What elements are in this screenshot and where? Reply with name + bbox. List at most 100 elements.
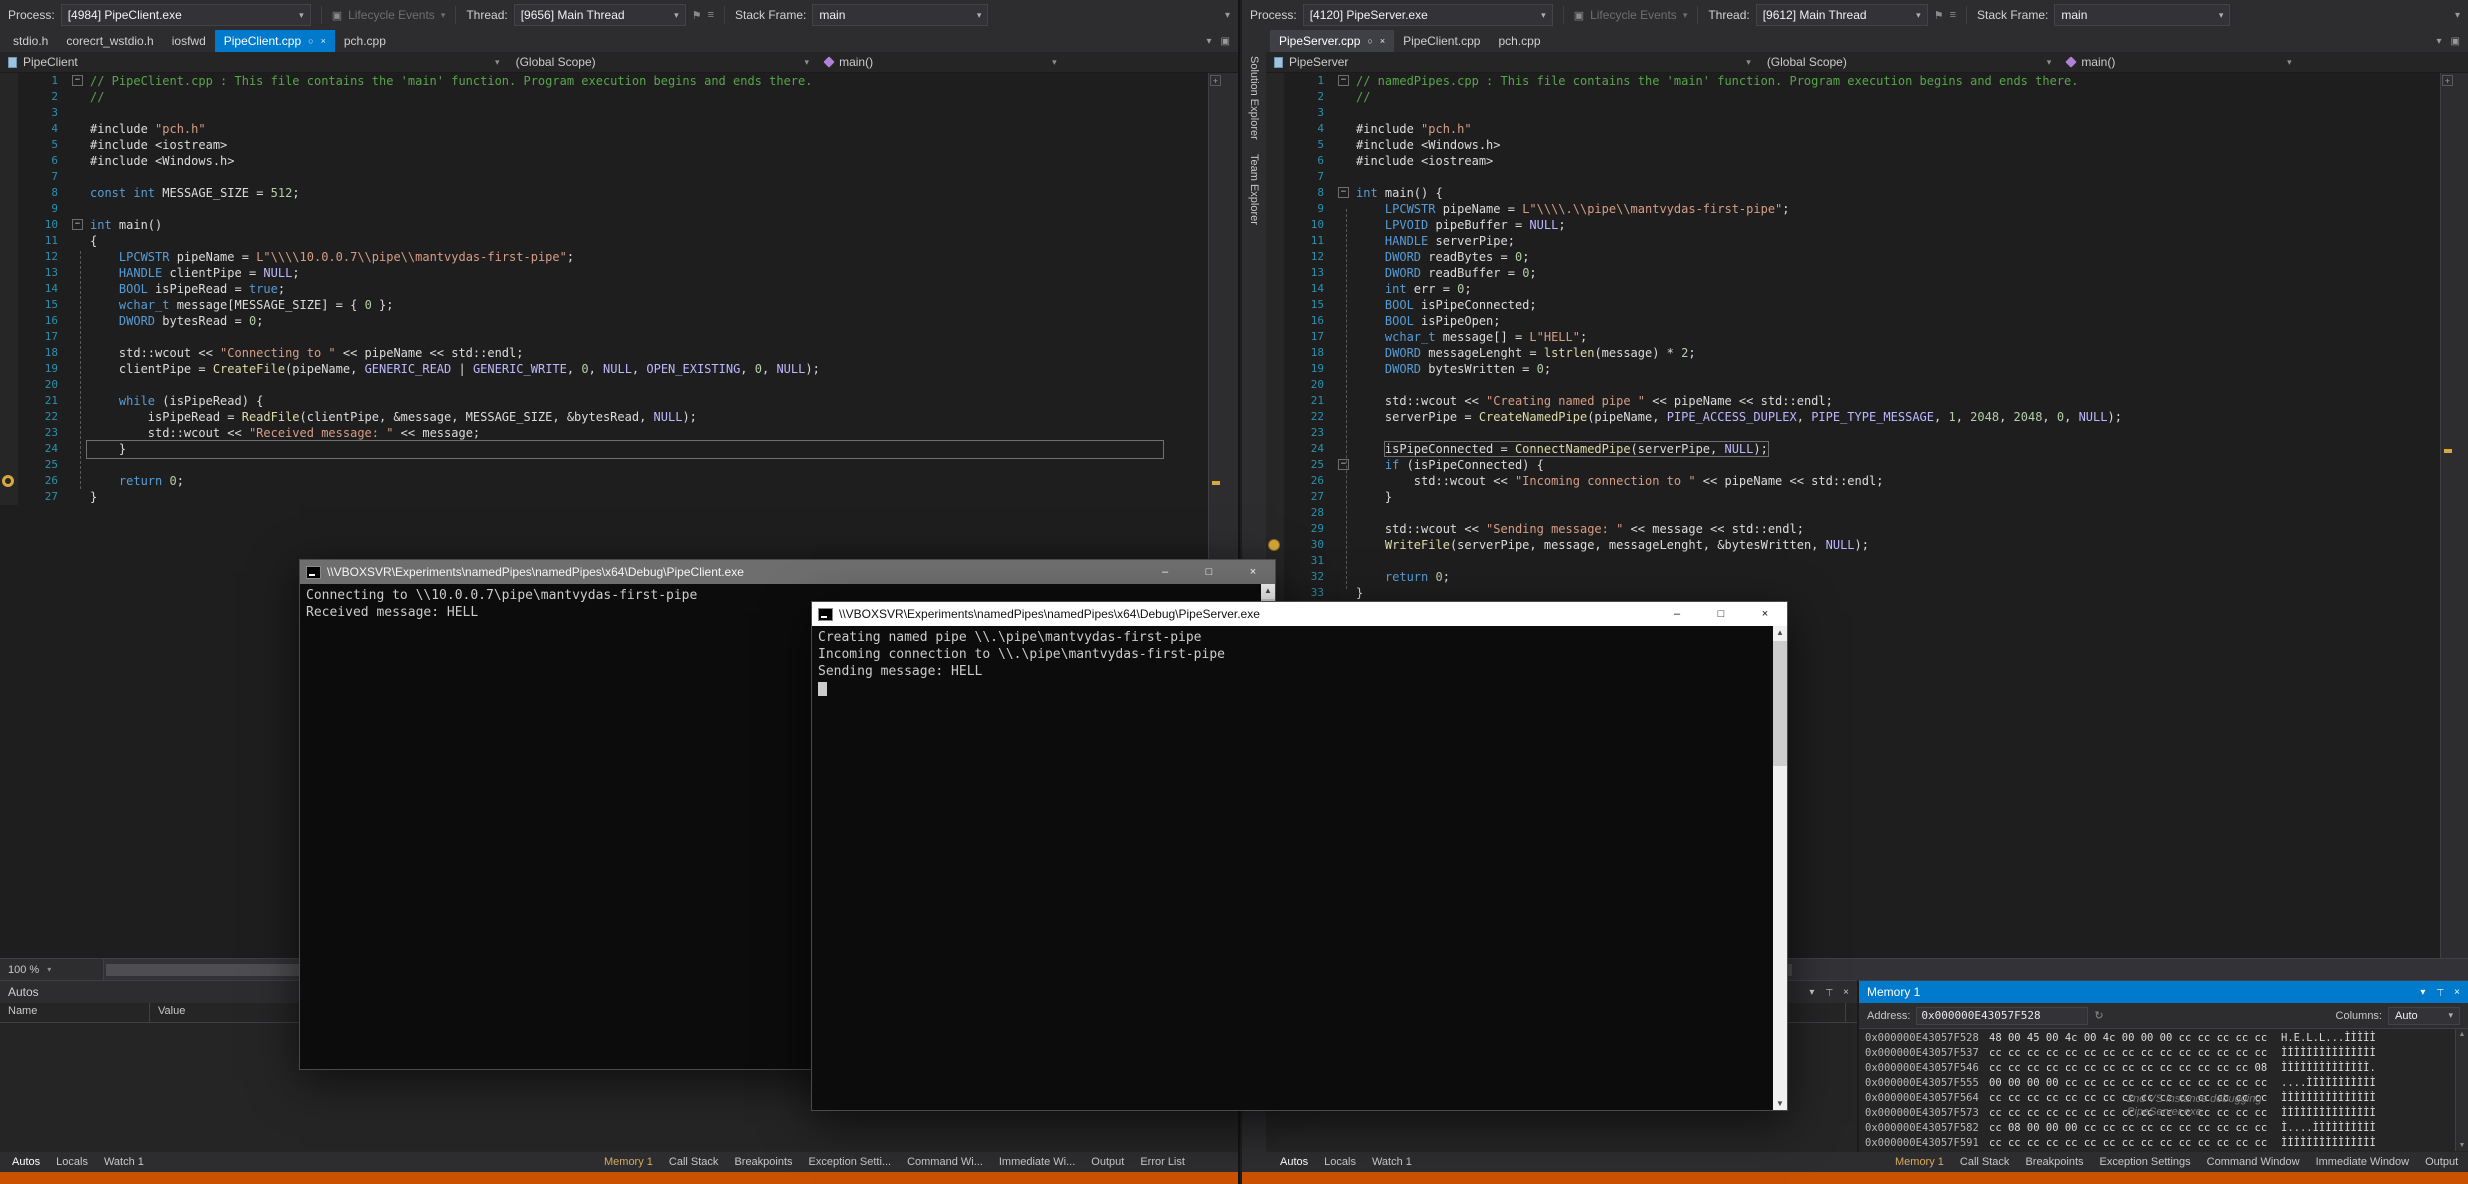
breakpoint-margin[interactable] — [0, 457, 18, 473]
code-line[interactable]: 7 — [0, 169, 1208, 185]
fold-collapse-icon[interactable]: − — [72, 75, 83, 86]
breakpoint-margin[interactable] — [1266, 265, 1284, 281]
panel-tab-breakpoints[interactable]: Breakpoints — [2017, 1152, 2091, 1172]
address-input[interactable] — [1916, 1007, 2088, 1025]
breakpoint-margin[interactable] — [1266, 489, 1284, 505]
breakpoint-margin[interactable] — [1266, 473, 1284, 489]
code-line[interactable]: 12 DWORD readBytes = 0; — [1266, 249, 2440, 265]
lifecycle-events-button[interactable]: Lifecycle Events — [348, 8, 435, 22]
code-line[interactable]: 31 — [1266, 553, 2440, 569]
breakpoint-margin[interactable] — [0, 329, 18, 345]
pin-icon[interactable]: ○ — [308, 36, 313, 46]
code-line[interactable]: 1−// PipeClient.cpp : This file contains… — [0, 73, 1208, 89]
code-line[interactable]: 18 DWORD messageLenght = lstrlen(message… — [1266, 345, 2440, 361]
panel-tab-immediate-wi[interactable]: Immediate Wi... — [991, 1152, 1083, 1172]
window-menu-icon[interactable]: ▾ — [2420, 987, 2425, 998]
flag-icon[interactable]: ⚑ — [692, 9, 702, 22]
fold-collapse-icon[interactable]: − — [1338, 75, 1349, 86]
sidebar-tab-team-explorer[interactable]: Team Explorer — [1248, 154, 1260, 225]
code-line[interactable]: 23 — [1266, 425, 2440, 441]
document-tab-pipeserver-cpp[interactable]: PipeServer.cpp○× — [1270, 30, 1394, 52]
thread-list-icon[interactable]: ≡ — [708, 9, 714, 21]
close-button[interactable]: × — [1231, 560, 1275, 584]
breakpoint-margin[interactable] — [1266, 105, 1284, 121]
thread-combo[interactable]: [9612] Main Thread — [1756, 4, 1928, 26]
panel-tab-locals[interactable]: Locals — [48, 1152, 96, 1172]
code-line[interactable]: 16 BOOL isPipeOpen; — [1266, 313, 2440, 329]
panel-tab-error-list[interactable]: Error List — [1132, 1152, 1193, 1172]
panel-tab-command-wi[interactable]: Command Wi... — [899, 1152, 991, 1172]
code-line[interactable]: 27} — [0, 489, 1208, 505]
breakpoint-margin[interactable] — [0, 121, 18, 137]
breakpoint-margin[interactable] — [1266, 425, 1284, 441]
breakpoint-margin[interactable] — [0, 137, 18, 153]
breakpoint-margin[interactable] — [1266, 169, 1284, 185]
breakpoint-margin[interactable] — [0, 233, 18, 249]
code-line[interactable]: 9 LPCWSTR pipeName = L"\\\\.\\pipe\\mant… — [1266, 201, 2440, 217]
pin-icon[interactable]: ⊢ — [2434, 988, 2445, 997]
breakpoint-margin[interactable] — [1266, 137, 1284, 153]
code-line[interactable]: 6#include <Windows.h> — [0, 153, 1208, 169]
thread-list-icon[interactable]: ≡ — [1950, 9, 1956, 21]
close-icon[interactable]: × — [1380, 36, 1385, 46]
minimize-button[interactable]: – — [1655, 602, 1699, 626]
document-tab-iosfwd[interactable]: iosfwd — [163, 30, 215, 52]
float-window-icon[interactable]: ▣ — [1221, 36, 1230, 47]
panel-tab-autos[interactable]: Autos — [1272, 1152, 1316, 1172]
process-combo[interactable]: [4120] PipeServer.exe — [1303, 4, 1553, 26]
member-dropdown[interactable]: main() ▾ — [817, 52, 1065, 72]
breakpoint-margin[interactable] — [0, 265, 18, 281]
process-combo[interactable]: [4984] PipeClient.exe — [61, 4, 311, 26]
code-line[interactable]: 23 std::wcout << "Received message: " <<… — [0, 425, 1208, 441]
code-line[interactable]: 21 std::wcout << "Creating named pipe " … — [1266, 393, 2440, 409]
code-line[interactable]: 21 while (isPipeRead) { — [0, 393, 1208, 409]
code-line[interactable]: 16 DWORD bytesRead = 0; — [0, 313, 1208, 329]
breakpoint-margin[interactable] — [1266, 185, 1284, 201]
breakpoint-margin[interactable] — [0, 489, 18, 505]
breakpoint-margin[interactable] — [1266, 233, 1284, 249]
breakpoint-margin[interactable] — [0, 249, 18, 265]
code-line[interactable]: 11 HANDLE serverPipe; — [1266, 233, 2440, 249]
console-window-pipeserver[interactable]: \\VBOXSVR\Experiments\namedPipes\namedPi… — [811, 601, 1788, 1111]
code-line[interactable]: 29 std::wcout << "Sending message: " << … — [1266, 521, 2440, 537]
code-line[interactable]: 7 — [1266, 169, 2440, 185]
pin-icon[interactable]: ⊢ — [1823, 988, 1834, 997]
memory-title-bar[interactable]: Memory 1 ▾ ⊢ × — [1859, 981, 2468, 1003]
code-line[interactable]: 26 return 0; — [0, 473, 1208, 489]
console-title-bar[interactable]: \\VBOXSVR\Experiments\namedPipes\namedPi… — [812, 602, 1787, 626]
code-line[interactable]: 17 wchar_t message[] = L"HELL"; — [1266, 329, 2440, 345]
panel-tab-command-window[interactable]: Command Window — [2199, 1152, 2308, 1172]
breakpoint-margin[interactable] — [0, 377, 18, 393]
breakpoint-margin[interactable] — [0, 201, 18, 217]
breakpoint-margin[interactable] — [0, 473, 18, 489]
code-line[interactable]: 28 — [1266, 505, 2440, 521]
breakpoint-margin[interactable] — [1266, 393, 1284, 409]
code-line[interactable]: 25− if (isPipeConnected) { — [1266, 457, 2440, 473]
breakpoint-margin[interactable] — [1266, 121, 1284, 137]
scope-dropdown[interactable]: (Global Scope) ▾ — [508, 52, 818, 72]
stack-frame-combo[interactable]: main — [2054, 4, 2230, 26]
memory-content[interactable]: 2nd VS instance debugging PipeServer.exe… — [1859, 1029, 2468, 1151]
breakpoint-margin[interactable] — [0, 105, 18, 121]
column-header-name[interactable]: Name — [0, 1003, 150, 1022]
panel-tab-immediate-window[interactable]: Immediate Window — [2308, 1152, 2418, 1172]
refresh-icon[interactable]: ↻ — [2094, 1009, 2103, 1022]
breakpoint-margin[interactable] — [1266, 377, 1284, 393]
code-line[interactable]: 10 LPVOID pipeBuffer = NULL; — [1266, 217, 2440, 233]
code-line[interactable]: 3 — [0, 105, 1208, 121]
console-title-bar[interactable]: \\VBOXSVR\Experiments\namedPipes\namedPi… — [300, 560, 1275, 584]
code-line[interactable]: 5#include <iostream> — [0, 137, 1208, 153]
breakpoint-margin[interactable] — [1266, 329, 1284, 345]
code-line[interactable]: 12 LPCWSTR pipeName = L"\\\\10.0.0.7\\pi… — [0, 249, 1208, 265]
fold-collapse-icon[interactable]: − — [1338, 187, 1349, 198]
breakpoint-margin[interactable] — [1266, 521, 1284, 537]
breakpoint-margin[interactable] — [0, 185, 18, 201]
document-tab-pch-cpp[interactable]: pch.cpp — [1489, 30, 1549, 52]
breakpoint-margin[interactable] — [0, 425, 18, 441]
breakpoint-margin[interactable] — [0, 441, 18, 457]
scroll-up-icon[interactable]: ▲ — [2456, 1031, 2468, 1038]
split-editor-icon[interactable]: + — [2442, 75, 2453, 86]
zoom-control[interactable]: 100 % — [0, 959, 104, 980]
scope-dropdown[interactable]: (Global Scope) ▾ — [1759, 52, 2060, 72]
columns-combo[interactable]: Auto — [2388, 1007, 2460, 1025]
